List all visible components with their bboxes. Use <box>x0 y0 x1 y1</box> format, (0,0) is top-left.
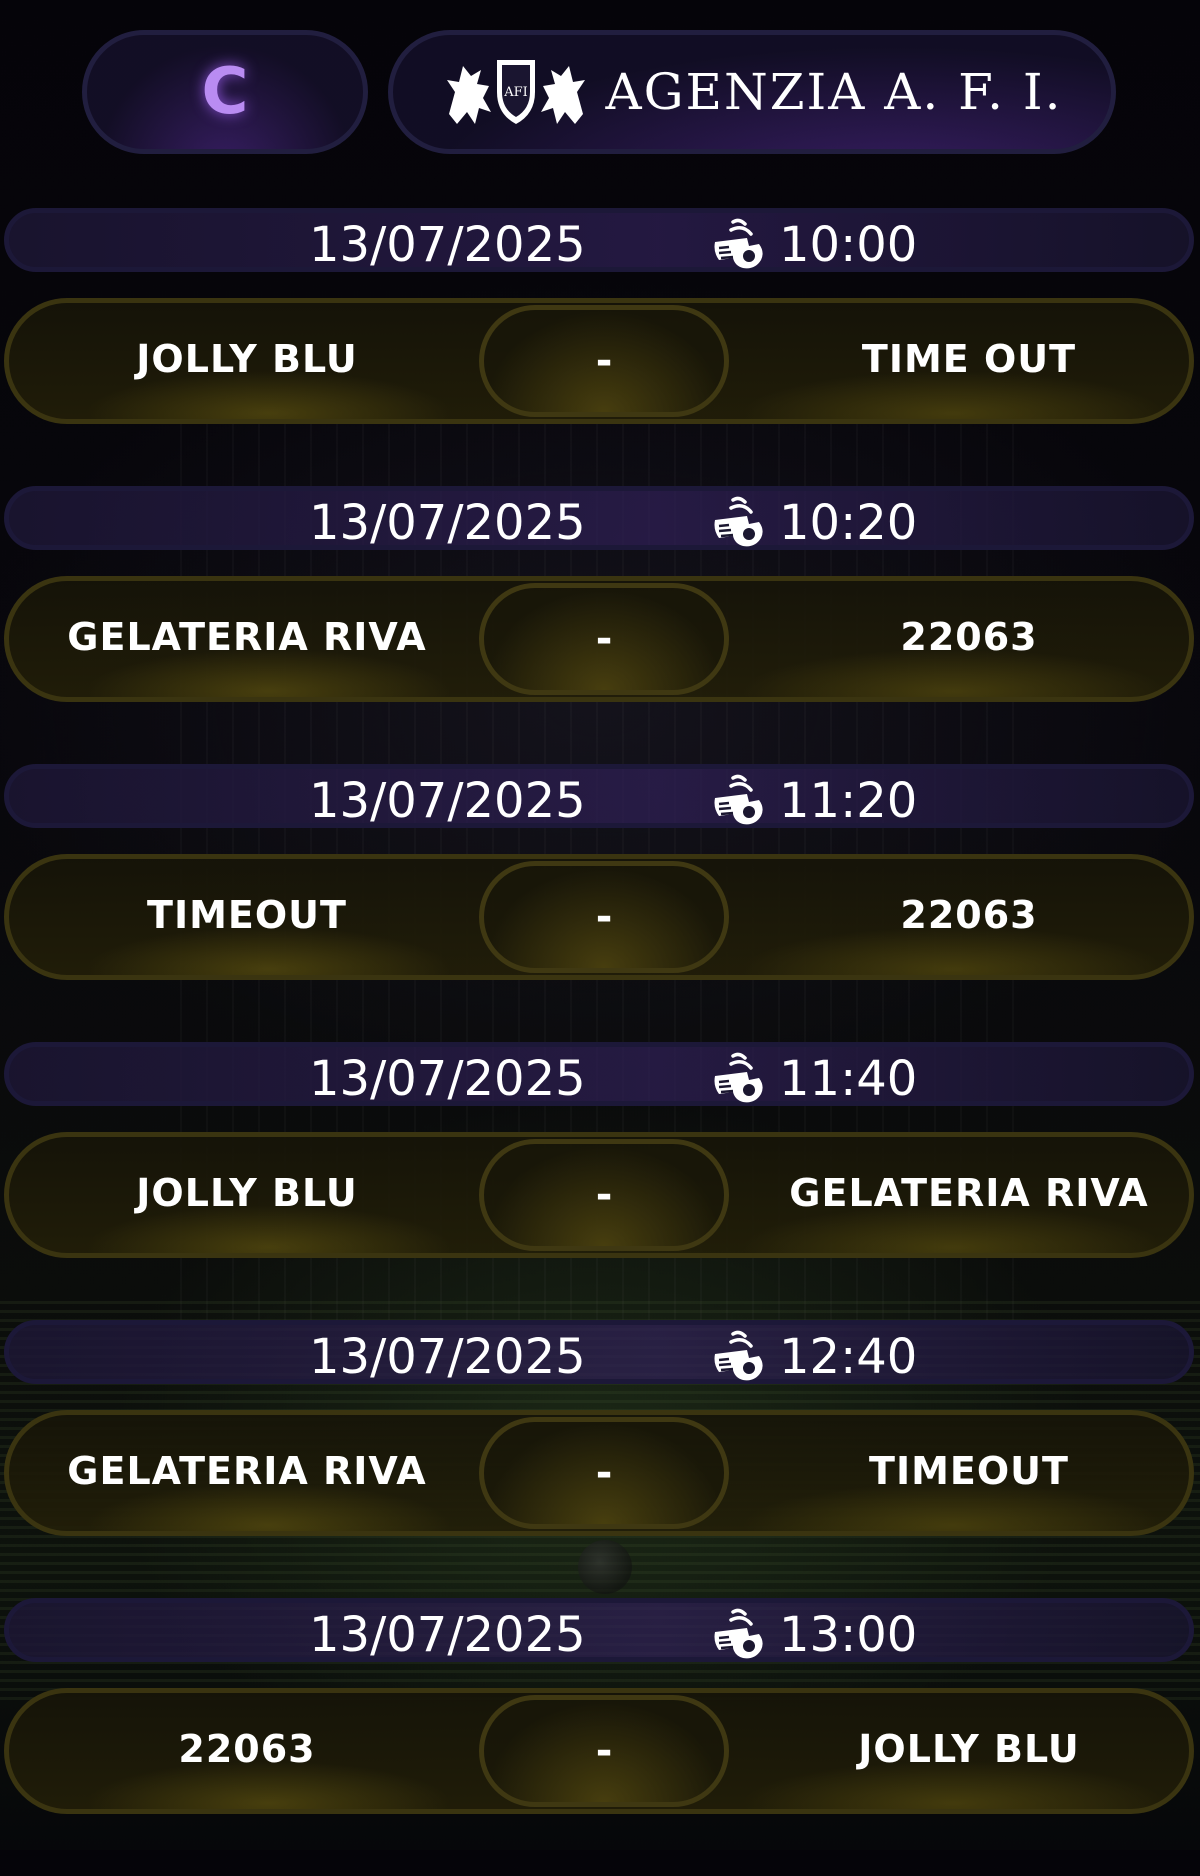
whistle-icon <box>714 1330 763 1381</box>
score-separator: - <box>595 894 613 940</box>
score-separator: - <box>595 616 613 662</box>
score-box: - <box>479 305 729 417</box>
home-team-name: GELATERIA RIVA <box>67 615 427 659</box>
home-team-name: JOLLY BLU <box>136 337 358 381</box>
away-team-name: TIMEOUT <box>869 1449 1069 1493</box>
date-time-bar: 13/07/2025 12:40 <box>4 1320 1194 1384</box>
home-team-name: TIMEOUT <box>147 893 347 937</box>
date-time-bar: 13/07/2025 10:20 <box>4 486 1194 550</box>
score-box: - <box>479 1139 729 1251</box>
home-team-name: 22063 <box>178 1727 316 1771</box>
category-badge: C <box>82 30 368 154</box>
match-time: 10:00 <box>779 217 918 273</box>
match-card: 13/07/2025 10:20 GELATERIA RIVA - 22063 <box>0 486 1200 764</box>
brand-banner: AFI AGENZIA A. F. I. <box>388 30 1116 154</box>
home-team-name: JOLLY BLU <box>136 1171 358 1215</box>
away-team-name: 22063 <box>900 615 1038 659</box>
teams-bar: JOLLY BLU - GELATERIA RIVA <box>4 1132 1194 1258</box>
date-time-bar: 13/07/2025 13:00 <box>4 1598 1194 1662</box>
category-letter: C <box>201 55 249 129</box>
match-card: 13/07/2025 12:40 GELATERIA RIVA - TIMEOU… <box>0 1320 1200 1598</box>
header: C AFI AGENZIA A. F. I. <box>0 30 1200 158</box>
crest-text: AFI <box>504 85 529 100</box>
griffin-crest-icon: AFI <box>447 60 586 124</box>
match-time: 13:00 <box>779 1607 918 1663</box>
match-date: 13/07/2025 <box>309 1329 586 1385</box>
score-box: - <box>479 583 729 695</box>
match-time: 11:40 <box>779 1051 918 1107</box>
score-separator: - <box>595 338 613 384</box>
match-card: 13/07/2025 13:00 22063 - JOLLY BLU <box>0 1598 1200 1876</box>
date-time-bar: 13/07/2025 11:20 <box>4 764 1194 828</box>
teams-bar: TIMEOUT - 22063 <box>4 854 1194 980</box>
whistle-icon <box>714 774 763 825</box>
match-card: 13/07/2025 11:40 JOLLY BLU - GELATERIA R… <box>0 1042 1200 1320</box>
away-team-name: 22063 <box>900 893 1038 937</box>
match-date: 13/07/2025 <box>309 773 586 829</box>
match-date: 13/07/2025 <box>309 1607 586 1663</box>
brand-name: AGENZIA A. F. I. <box>605 63 1063 121</box>
match-card: 13/07/2025 10:00 JOLLY BLU - TIME OUT <box>0 208 1200 486</box>
match-date: 13/07/2025 <box>309 495 586 551</box>
teams-bar: 22063 - JOLLY BLU <box>4 1688 1194 1814</box>
teams-bar: GELATERIA RIVA - 22063 <box>4 576 1194 702</box>
date-time-bar: 13/07/2025 10:00 <box>4 208 1194 272</box>
whistle-icon <box>714 218 763 269</box>
score-box: - <box>479 861 729 973</box>
score-box: - <box>479 1695 729 1807</box>
teams-bar: JOLLY BLU - TIME OUT <box>4 298 1194 424</box>
score-box: - <box>479 1417 729 1529</box>
away-team-name: TIME OUT <box>861 337 1077 381</box>
score-separator: - <box>595 1728 613 1774</box>
whistle-icon <box>714 496 763 547</box>
date-time-bar: 13/07/2025 11:40 <box>4 1042 1194 1106</box>
away-team-name: JOLLY BLU <box>858 1727 1080 1771</box>
match-time: 10:20 <box>779 495 918 551</box>
home-team-name: GELATERIA RIVA <box>67 1449 427 1493</box>
teams-bar: GELATERIA RIVA - TIMEOUT <box>4 1410 1194 1536</box>
match-time: 12:40 <box>779 1329 918 1385</box>
whistle-icon <box>714 1608 763 1659</box>
match-schedule: 13/07/2025 10:00 JOLLY BLU - TIME OUT 13… <box>0 208 1200 1876</box>
score-separator: - <box>595 1172 613 1218</box>
match-card: 13/07/2025 11:20 TIMEOUT - 22063 <box>0 764 1200 1042</box>
match-date: 13/07/2025 <box>309 217 586 273</box>
match-date: 13/07/2025 <box>309 1051 586 1107</box>
score-separator: - <box>595 1450 613 1496</box>
away-team-name: GELATERIA RIVA <box>789 1171 1149 1215</box>
match-time: 11:20 <box>779 773 918 829</box>
whistle-icon <box>714 1052 763 1103</box>
